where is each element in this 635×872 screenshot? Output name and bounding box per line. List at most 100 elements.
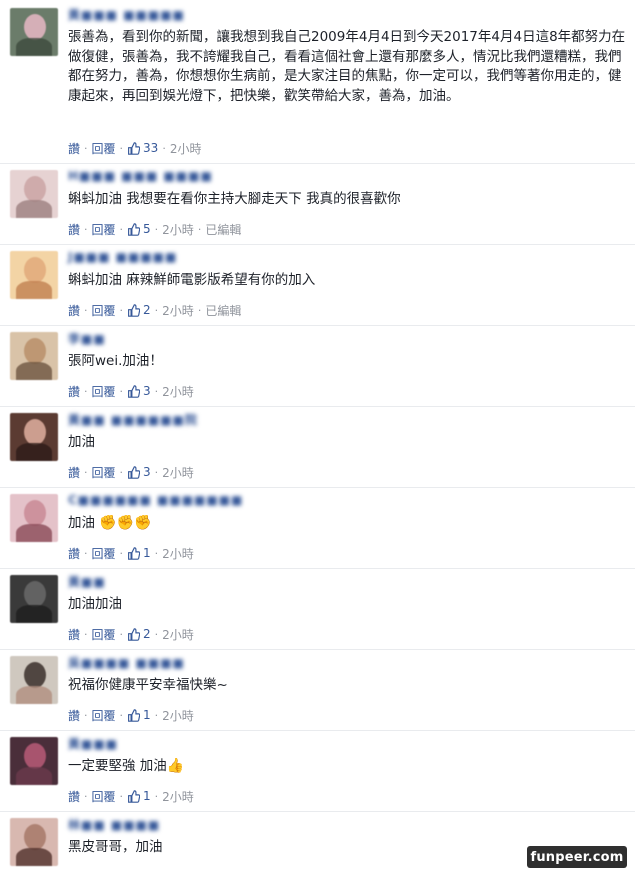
commenter-name[interactable]: J■■■ ■■■■■ [68, 249, 177, 265]
reply-button[interactable]: 回覆 [92, 221, 116, 238]
commenter-name-text[interactable]: C■■■■■■ ■■■■■■■ [68, 493, 243, 507]
comment-text: 祝福你健康平安幸福快樂~ [68, 677, 228, 693]
separator: · [84, 465, 88, 479]
separator: · [84, 384, 88, 398]
commenter-name[interactable]: 林■■ ■■■■ [68, 816, 160, 832]
timestamp[interactable]: 2小時 [162, 707, 194, 724]
comment-text: 蝌蚪加油 麻辣鮮師電影版希望有你的加入 [68, 272, 316, 288]
reply-button[interactable]: 回覆 [92, 302, 116, 319]
timestamp[interactable]: 2小時 [162, 626, 194, 643]
thumbs-up-icon [128, 384, 141, 398]
comment-text: 張善為，看到你的新聞，讓我想到我自己2009年4月4日到今天2017年4月4日這… [68, 29, 626, 104]
commenter-name-text[interactable]: 吳■■■■ ■■■■ [68, 654, 185, 671]
separator: · [154, 627, 159, 641]
avatar[interactable] [10, 170, 58, 218]
raised-fist-emoji-icon: ✊✊✊ [99, 515, 152, 531]
reply-button[interactable]: 回覆 [92, 383, 116, 400]
comment-text: 張阿wei.加油！ [68, 353, 163, 369]
avatar[interactable] [10, 494, 58, 542]
timestamp[interactable]: 2小時 [162, 545, 194, 562]
like-count[interactable]: 33 [143, 141, 158, 155]
commenter-name-text[interactable]: 李■■ [68, 330, 106, 347]
timestamp[interactable]: 2小時 [162, 464, 194, 481]
avatar[interactable] [10, 818, 58, 866]
avatar[interactable] [10, 8, 58, 56]
thumbs-up-icon [128, 789, 141, 803]
avatar[interactable] [10, 575, 58, 623]
avatar[interactable] [10, 332, 58, 380]
reply-button[interactable]: 回覆 [92, 626, 116, 643]
reply-button[interactable]: 回覆 [92, 140, 116, 157]
comment-text-content: 一定要堅強 加油 [68, 758, 167, 774]
commenter-name-text[interactable]: H■■■ ■■■ ■■■■ [68, 169, 213, 183]
commenter-name[interactable]: 李■■ [68, 330, 106, 346]
separator: · [119, 789, 124, 803]
like-button[interactable]: 讚 [68, 788, 80, 805]
separator: · [162, 141, 166, 155]
comment-actions: 讚 · 回覆 · 5 · 2小時 · 已編輯 [68, 221, 241, 237]
commenter-name[interactable]: 吳■■■■ ■■■■ [68, 654, 185, 670]
like-count[interactable]: 1 [143, 708, 151, 722]
comment-actions: 讚 · 回覆 · 3 · 2小時 [68, 383, 194, 399]
like-count[interactable]: 1 [143, 789, 151, 803]
separator: · [119, 222, 124, 236]
reply-button[interactable]: 回覆 [92, 788, 116, 805]
commenter-name[interactable]: 黃■■ ■■■■■■院 [68, 411, 198, 427]
timestamp[interactable]: 2小時 [162, 302, 194, 319]
separator: · [154, 465, 159, 479]
commenter-name-text[interactable]: 林■■ ■■■■ [68, 816, 160, 833]
like-count[interactable]: 5 [143, 222, 151, 236]
commenter-name-text[interactable]: 黃■■ [68, 573, 106, 590]
like-count[interactable]: 1 [143, 546, 151, 560]
avatar[interactable] [10, 737, 58, 785]
separator: · [84, 303, 88, 317]
separator: · [119, 303, 124, 317]
like-button[interactable]: 讚 [68, 464, 80, 481]
like-button[interactable]: 讚 [68, 140, 80, 157]
commenter-name[interactable]: 黃■■ [68, 573, 106, 589]
avatar[interactable] [10, 656, 58, 704]
reply-button[interactable]: 回覆 [92, 545, 116, 562]
commenter-name-text[interactable]: J■■■ ■■■■■ [68, 250, 177, 264]
like-count[interactable]: 3 [143, 384, 151, 398]
comment-actions: 讚 · 回覆 · 3 · 2小時 [68, 464, 194, 480]
like-button[interactable]: 讚 [68, 221, 80, 238]
edited-label[interactable]: 已編輯 [205, 221, 241, 238]
like-button[interactable]: 讚 [68, 545, 80, 562]
commenter-name[interactable]: 黃■■■ ■■■■■ [68, 6, 185, 22]
reply-button[interactable]: 回覆 [92, 707, 116, 724]
comment-actions: 讚 · 回覆 · 2 · 2小時 [68, 626, 194, 642]
like-button[interactable]: 讚 [68, 383, 80, 400]
like-count[interactable]: 3 [143, 465, 151, 479]
separator: · [197, 303, 202, 317]
like-button[interactable]: 讚 [68, 707, 80, 724]
thumbs-up-emoji-icon: 👍 [166, 758, 185, 774]
like-button[interactable]: 讚 [68, 302, 80, 319]
commenter-name[interactable]: C■■■■■■ ■■■■■■■ [68, 492, 243, 508]
timestamp[interactable]: 2小時 [170, 140, 202, 157]
thumbs-up-icon [128, 465, 141, 479]
separator: · [84, 546, 88, 560]
comment-list: 黃■■■ ■■■■■ 張善為，看到你的新聞，讓我想到我自己2009年4月4日到今… [0, 0, 635, 872]
commenter-name-text[interactable]: 黃■■■ ■■■■■ [68, 6, 185, 23]
separator: · [197, 222, 202, 236]
commenter-name-text[interactable]: 黃■■■ [68, 735, 118, 752]
commenter-name[interactable]: 黃■■■ [68, 735, 118, 751]
timestamp[interactable]: 2小時 [162, 383, 194, 400]
like-count[interactable]: 2 [143, 627, 151, 641]
avatar[interactable] [10, 413, 58, 461]
commenter-name-text[interactable]: 黃■■ ■■■■■■院 [68, 411, 198, 428]
comment-actions: 讚 · 回覆 · 33 · 2小時 [68, 140, 201, 156]
reply-button[interactable]: 回覆 [92, 464, 116, 481]
separator: · [154, 222, 159, 236]
thumbs-up-icon [128, 708, 141, 722]
comment-text: 加油加油 [68, 596, 122, 612]
like-count[interactable]: 2 [143, 303, 151, 317]
timestamp[interactable]: 2小時 [162, 788, 194, 805]
timestamp[interactable]: 2小時 [162, 221, 194, 238]
commenter-name[interactable]: H■■■ ■■■ ■■■■ [68, 168, 213, 184]
avatar[interactable] [10, 251, 58, 299]
like-button[interactable]: 讚 [68, 626, 80, 643]
edited-label[interactable]: 已編輯 [205, 302, 241, 319]
thumbs-up-icon [128, 627, 141, 641]
